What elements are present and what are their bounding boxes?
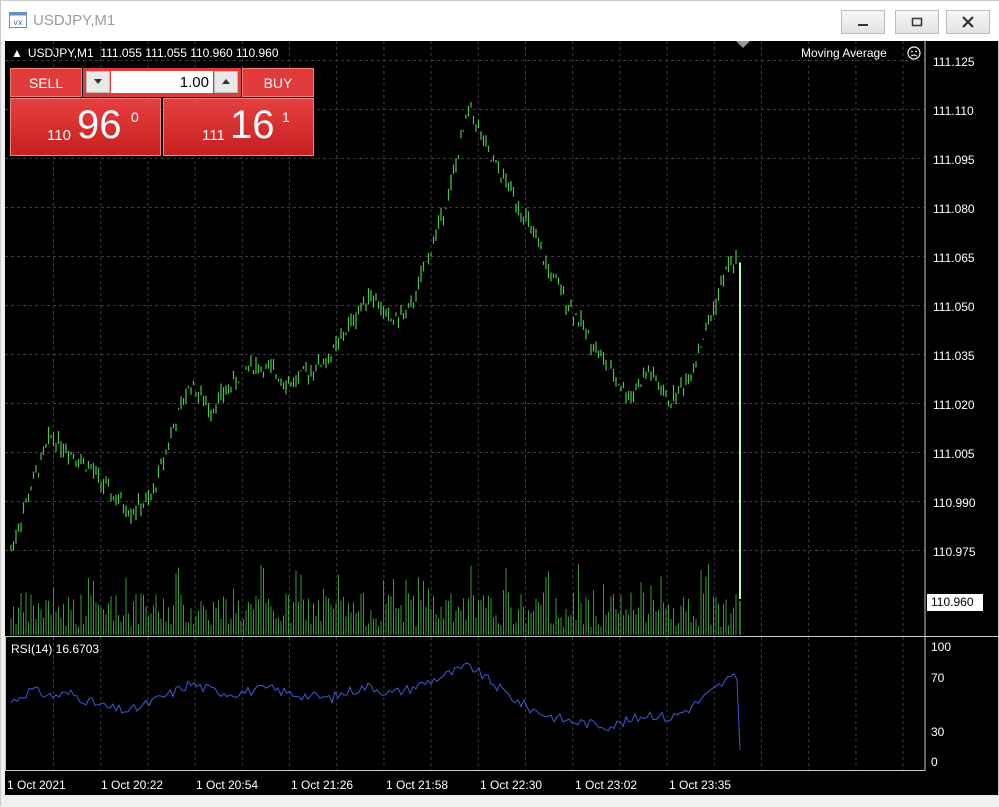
time-axis-label: 1 Oct 21:58 <box>386 778 449 792</box>
minimize-icon <box>858 24 868 26</box>
svg-text:vx: vx <box>13 18 23 27</box>
price-axis-label: 111.110 <box>933 104 974 118</box>
chart-area[interactable]: ▲ USDJPY,M1 111.055 111.055 110.960 110.9… <box>5 41 998 795</box>
caret-up-icon <box>222 79 230 84</box>
price-axis-label: 111.080 <box>933 202 975 216</box>
buy-price-fraction: 1 <box>282 109 290 125</box>
sell-price-big: 96 <box>77 103 122 147</box>
time-axis-label: 1 Oct 23:02 <box>575 778 638 792</box>
price-axis-label: 111.095 <box>933 153 975 167</box>
window-title: USDJPY,M1 <box>33 12 116 29</box>
restore-icon <box>911 17 923 27</box>
chart-window-icon: vx <box>9 12 27 28</box>
lot-increase-button[interactable] <box>214 71 238 93</box>
terminal-window: vx USDJPY,M1 ▲ USDJPY,M1 111.055 111.055 … <box>0 0 999 807</box>
price-axis-label: 111.020 <box>933 398 975 412</box>
price-candles <box>10 101 741 599</box>
time-axis-label: 1 Oct 20:22 <box>101 778 164 792</box>
collapse-arrow-icon[interactable]: ▲ <box>11 46 23 60</box>
price-axis-label: 111.005 <box>933 447 975 461</box>
rsi-axis-label: 70 <box>931 671 945 685</box>
rsi-line <box>10 662 741 751</box>
sell-price-button[interactable]: 110 96 0 <box>10 98 161 156</box>
price-axis-label: 111.125 <box>933 55 975 69</box>
rsi-indicator-label: RSI(14) 16.6703 <box>11 642 100 656</box>
rsi-axis-label: 100 <box>931 640 952 654</box>
sell-price-prefix: 110 <box>47 127 71 144</box>
price-axis-label: 111.065 <box>933 251 975 265</box>
time-axis-label: 1 Oct 23:35 <box>669 778 732 792</box>
buy-price-big: 16 <box>230 103 275 147</box>
price-axis-label: 110.975 <box>933 545 976 559</box>
shift-marker-icon[interactable] <box>736 41 750 48</box>
sad-face-icon[interactable] <box>907 46 921 60</box>
rsi-axis-label: 30 <box>931 725 945 739</box>
time-axis-label: 1 Oct 21:26 <box>291 778 354 792</box>
caret-down-icon <box>94 79 102 84</box>
current-price-label: 110.960 <box>927 594 983 611</box>
price-axis-label: 110.990 <box>933 496 976 510</box>
minimize-button[interactable] <box>841 10 885 34</box>
lot-size-stepper <box>83 68 241 97</box>
buy-price-button[interactable]: 111 16 1 <box>163 98 314 156</box>
volume-bars <box>10 564 741 635</box>
title-bar[interactable]: vx USDJPY,M1 <box>1 1 999 41</box>
chart-symbol-text: USDJPY,M1 111.055 111.055 110.960 110.96… <box>27 46 279 60</box>
time-axis-label: 1 Oct 2021 <box>7 778 66 792</box>
lot-decrease-button[interactable] <box>86 71 110 93</box>
price-axis-label: 111.050 <box>933 300 975 314</box>
sell-button[interactable]: SELL <box>10 68 82 97</box>
close-button[interactable] <box>946 10 990 34</box>
close-icon <box>962 16 974 28</box>
chart-symbol-header: ▲ USDJPY,M1 111.055 111.055 110.960 110.9… <box>11 46 279 60</box>
status-bar <box>1 795 999 807</box>
buy-price-prefix: 111 <box>202 127 225 144</box>
maximize-button[interactable] <box>895 10 939 34</box>
time-axis-label: 1 Oct 22:30 <box>480 778 543 792</box>
rsi-axis-label: 0 <box>931 755 938 769</box>
lot-size-input[interactable] <box>111 71 213 93</box>
buy-button[interactable]: BUY <box>242 68 314 97</box>
indicator-name: Moving Average <box>801 46 887 60</box>
time-axis-label: 1 Oct 20:54 <box>196 778 259 792</box>
one-click-trading-panel: SELL BUY 110 96 0 111 16 1 <box>10 68 314 156</box>
sell-price-fraction: 0 <box>131 109 139 125</box>
price-axis-label: 111.035 <box>933 349 975 363</box>
